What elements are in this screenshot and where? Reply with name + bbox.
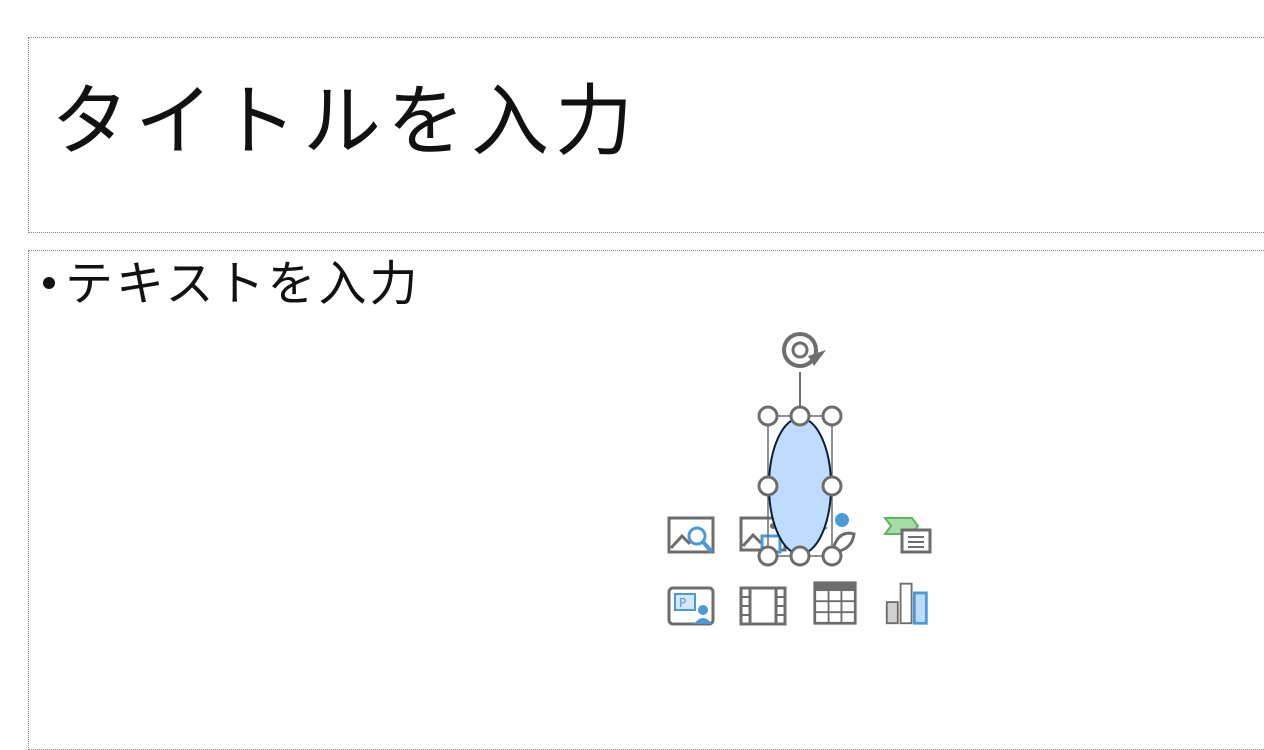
svg-text:P: P: [679, 596, 686, 610]
resize-handle-right[interactable]: [821, 475, 843, 497]
title-text: タイトルを入力: [51, 77, 640, 167]
resize-handle-top-left[interactable]: [757, 405, 779, 427]
resize-handle-top[interactable]: [789, 405, 811, 427]
resize-handle-top-right[interactable]: [821, 405, 843, 427]
chart-icon[interactable]: [882, 580, 932, 626]
cameo-icon[interactable]: P: [666, 584, 716, 630]
online-picture-icon[interactable]: [666, 514, 716, 560]
video-icon[interactable]: [738, 584, 788, 630]
resize-handle-bottom-left[interactable]: [757, 545, 779, 567]
bullet-marker: [43, 277, 55, 289]
resize-handle-left[interactable]: [757, 475, 779, 497]
resize-handle-bottom-right[interactable]: [821, 545, 843, 567]
content-placeholder[interactable]: テキストを入力: [28, 250, 1264, 750]
title-placeholder[interactable]: タイトルを入力: [28, 37, 1264, 233]
bullet-text: テキストを入力: [65, 256, 421, 312]
bullet-item: テキストを入力: [43, 253, 421, 315]
smartart-icon[interactable]: [882, 514, 932, 560]
resize-handle-bottom[interactable]: [789, 545, 811, 567]
table-icon[interactable]: [810, 580, 860, 626]
